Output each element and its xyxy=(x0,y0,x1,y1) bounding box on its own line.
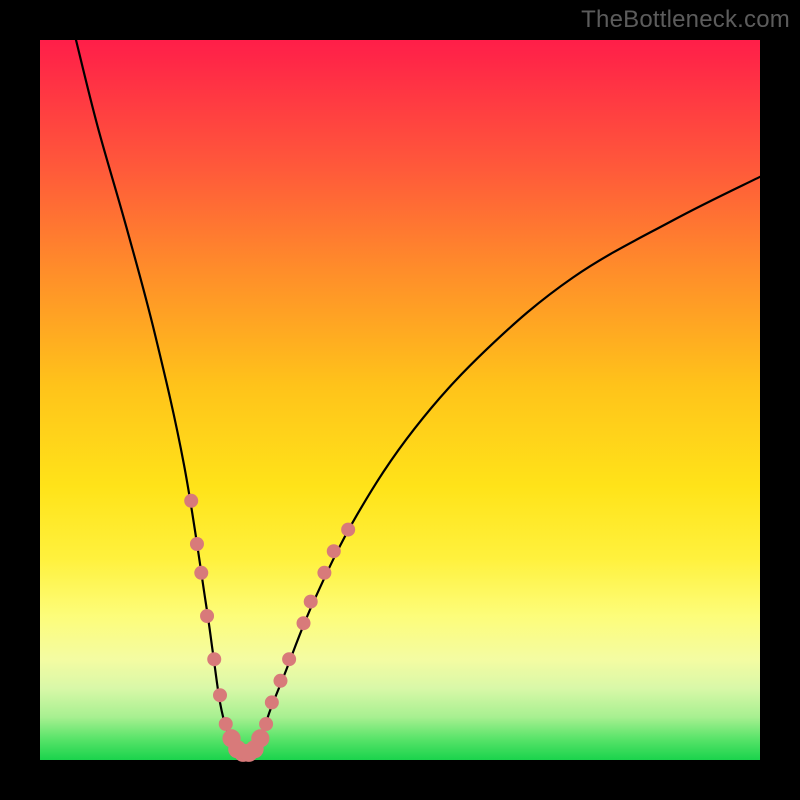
curve-marker xyxy=(259,717,273,731)
curve-marker xyxy=(213,688,227,702)
curve-marker xyxy=(327,544,341,558)
curve-marker xyxy=(297,616,311,630)
watermark-text: TheBottleneck.com xyxy=(581,6,790,34)
bottleneck-curve xyxy=(76,40,760,754)
curve-marker xyxy=(304,595,318,609)
curve-marker xyxy=(251,729,269,747)
curve-marker xyxy=(190,537,204,551)
curve-marker xyxy=(184,494,198,508)
chart-svg xyxy=(40,40,760,760)
curve-marker xyxy=(282,652,296,666)
curve-marker xyxy=(207,652,221,666)
curve-marker xyxy=(265,695,279,709)
chart-frame: TheBottleneck.com xyxy=(0,0,800,800)
plot-area xyxy=(40,40,760,760)
curve-marker xyxy=(194,566,208,580)
curve-marker xyxy=(341,523,355,537)
curve-marker xyxy=(200,609,214,623)
curve-marker xyxy=(317,566,331,580)
curve-marker xyxy=(273,674,287,688)
curve-marker xyxy=(219,717,233,731)
